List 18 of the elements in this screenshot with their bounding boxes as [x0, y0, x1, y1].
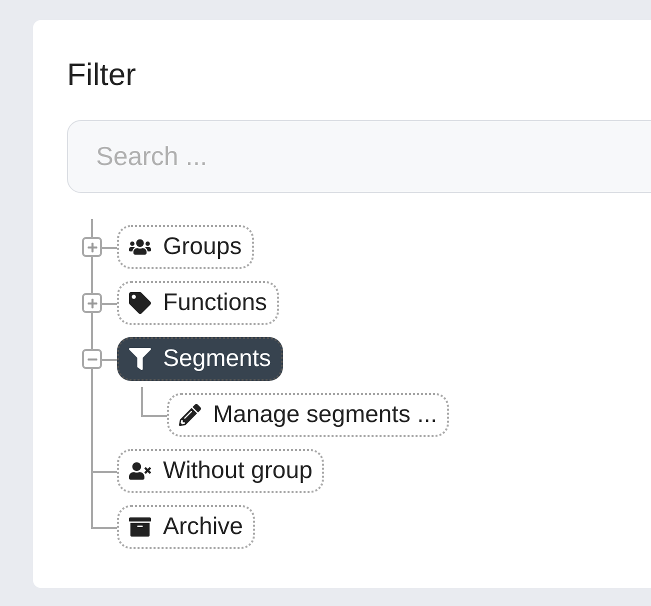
tree-node[interactable]: Without group [117, 449, 324, 493]
plus-icon [86, 298, 98, 308]
filter-icon [129, 348, 151, 370]
archive-icon [129, 516, 151, 538]
tree-node[interactable]: Segments [117, 337, 284, 381]
tree-node[interactable]: Manage segments ... [167, 393, 450, 437]
expand-toggle[interactable] [82, 293, 102, 313]
tree-node[interactable]: Archive [117, 505, 256, 549]
pencil-icon [179, 404, 201, 426]
tree-node[interactable]: Groups [117, 225, 254, 269]
plus-icon [86, 242, 98, 252]
panel-title: Filter [67, 56, 137, 94]
collapse-toggle[interactable] [82, 349, 102, 369]
expand-toggle[interactable] [82, 237, 102, 257]
search-field[interactable]: Search ... [67, 120, 651, 193]
tag-icon [129, 292, 151, 314]
user-x-icon [129, 460, 151, 482]
tree-node[interactable]: Functions [117, 281, 280, 325]
